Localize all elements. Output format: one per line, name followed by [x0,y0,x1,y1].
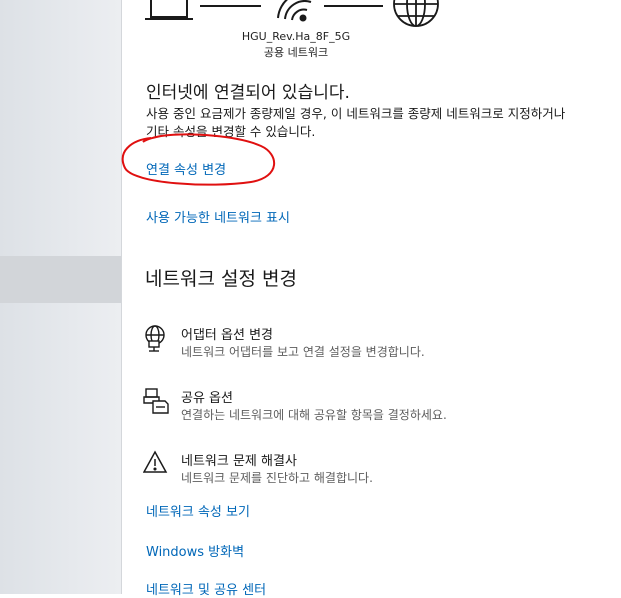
adapter-options-description: 네트워크 어댑터를 보고 연결 설정을 변경합니다. [181,345,425,359]
connection-status-heading: 인터넷에 연결되어 있습니다. [146,83,350,103]
network-troubleshooter-description: 네트워크 문제를 진단하고 해결합니다. [181,471,373,485]
change-connection-properties-link[interactable]: 연결 속성 변경 [146,159,226,178]
globe-adapter-icon [145,325,165,352]
sharing-options-description: 연결하는 네트워크에 대해 공유할 항목을 결정하세요. [181,408,447,422]
sidebar-selected-item[interactable] [0,256,121,303]
network-type: 공용 네트워크 [263,46,329,59]
sharing-options-item[interactable]: 공유 옵션 연결하는 네트워크에 대해 공유할 항목을 결정하세요. [143,387,603,427]
laptop-icon [145,0,193,20]
wifi-icon [277,0,312,22]
network-troubleshooter-item[interactable]: 네트워크 문제 해결사 네트워크 문제를 진단하고 해결합니다. [143,450,603,490]
sidebar [0,0,122,594]
change-network-settings-heading: 네트워크 설정 변경 [145,268,297,290]
adapter-options-title: 어댑터 옵션 변경 [181,328,273,343]
sharing-options-title: 공유 옵션 [181,391,233,406]
sharing-icon [143,388,169,414]
windows-firewall-link[interactable]: Windows 방화벽 [146,541,244,560]
network-sharing-center-link[interactable]: 네트워크 및 공유 센터 [146,579,266,598]
show-available-networks-link[interactable]: 사용 가능한 네트워크 표시 [146,207,290,226]
topology-diagram [145,0,439,27]
network-status-panel: HGU_Rev.Ha_8F_5G 공용 네트워크 인터넷에 연결되어 있습니다.… [121,0,621,598]
network-topology: HGU_Rev.Ha_8F_5G 공용 네트워크 [121,0,621,62]
network-name: HGU_Rev.Ha_8F_5G [241,30,351,43]
adapter-options-item[interactable]: 어댑터 옵션 변경 네트워크 어댑터를 보고 연결 설정을 변경합니다. [143,324,603,364]
network-troubleshooter-title: 네트워크 문제 해결사 [181,454,297,469]
warning-icon [143,450,168,473]
view-network-properties-link[interactable]: 네트워크 속성 보기 [146,501,250,520]
globe-icon [393,0,439,27]
